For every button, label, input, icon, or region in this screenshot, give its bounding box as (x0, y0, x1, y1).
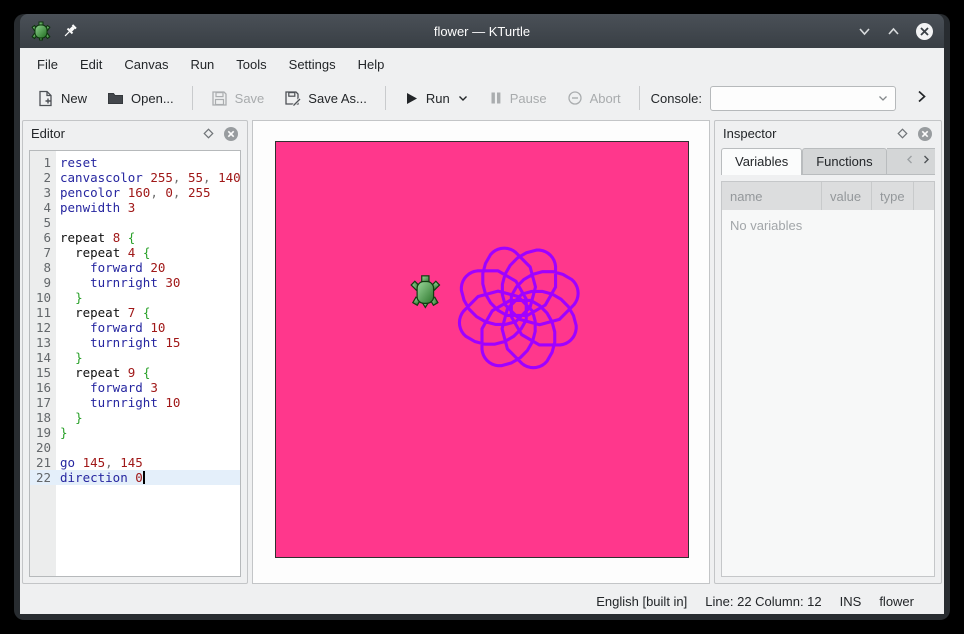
inspector-header[interactable]: Inspector (715, 121, 941, 146)
no-variables-text: No variables (722, 210, 934, 241)
console-label: Console: (651, 91, 702, 106)
tab-variables[interactable]: Variables (721, 148, 802, 175)
code-editor[interactable]: 1reset2canvascolor 255, 55, 1403pencolor… (29, 150, 241, 577)
code-line[interactable]: 14 } (30, 350, 240, 365)
inspector-panel: Inspector Variables Functions (714, 120, 942, 584)
column-value[interactable]: value (822, 182, 872, 210)
kturtle-app-icon (30, 20, 52, 42)
menu-settings[interactable]: Settings (278, 52, 347, 77)
abort-button[interactable]: Abort (558, 85, 630, 111)
maximize-button[interactable] (886, 24, 901, 39)
new-file-icon (37, 90, 54, 107)
run-play-icon (404, 91, 419, 106)
tab-functions[interactable]: Functions (802, 148, 886, 174)
code-line[interactable]: 8 forward 20 (30, 260, 240, 275)
column-type[interactable]: type (872, 182, 914, 210)
editor-panel: Editor 1reset2canvascolor 255, 55, 1403p… (22, 120, 248, 584)
run-speed-chevron-icon[interactable] (457, 92, 469, 104)
kturtle-window: flower — KTurtle File Edit Canvas Run To… (14, 14, 950, 620)
menu-edit[interactable]: Edit (69, 52, 113, 77)
menu-file[interactable]: File (26, 52, 69, 77)
code-line[interactable]: 17 turnright 10 (30, 395, 240, 410)
status-insert-mode: INS (840, 594, 862, 609)
code-line[interactable]: 4penwidth 3 (30, 200, 240, 215)
save-button[interactable]: Save (202, 85, 274, 112)
status-script-name: flower (879, 594, 914, 609)
toolbar-separator (385, 86, 386, 110)
close-button[interactable] (915, 22, 934, 41)
status-cursor-position: Line: 22 Column: 12 (705, 594, 821, 609)
code-line[interactable]: 16 forward 3 (30, 380, 240, 395)
float-panel-icon[interactable] (202, 127, 215, 140)
canvas-view (252, 120, 710, 584)
open-button[interactable]: Open... (98, 85, 183, 112)
code-line[interactable]: 13 turnright 15 (30, 335, 240, 350)
code-line[interactable]: 7 repeat 4 { (30, 245, 240, 260)
turtle-canvas (275, 141, 689, 558)
open-folder-icon (107, 90, 124, 107)
save-as-icon (284, 90, 301, 107)
save-icon (211, 90, 228, 107)
code-line[interactable]: 3pencolor 160, 0, 255 (30, 185, 240, 200)
inspector-tabbar: Variables Functions (721, 148, 935, 175)
code-line[interactable]: 15 repeat 9 { (30, 365, 240, 380)
abort-icon (567, 90, 583, 106)
code-line[interactable]: 6repeat 8 { (30, 230, 240, 245)
menu-run[interactable]: Run (179, 52, 225, 77)
close-panel-icon[interactable] (223, 126, 239, 142)
code-line[interactable]: 22direction 0 (30, 470, 240, 485)
toolbar-overflow-button[interactable] (907, 85, 936, 111)
pin-icon[interactable] (62, 23, 78, 39)
editor-title: Editor (31, 126, 202, 141)
console-input[interactable] (710, 86, 896, 111)
window-title: flower — KTurtle (20, 24, 944, 39)
code-line[interactable]: 12 forward 10 (30, 320, 240, 335)
flower-drawing (459, 248, 578, 368)
text-cursor (143, 471, 145, 484)
code-line[interactable]: 1reset (30, 155, 240, 170)
inspector-title: Inspector (723, 126, 896, 141)
toolbar: New Open... Save Save A (20, 80, 944, 116)
code-line[interactable]: 19} (30, 425, 240, 440)
tab-scroll-right-icon[interactable] (921, 154, 931, 165)
code-line[interactable]: 9 turnright 30 (30, 275, 240, 290)
tab-scroll-left-icon[interactable] (905, 154, 915, 165)
code-line[interactable]: 21go 145, 145 (30, 455, 240, 470)
code-line[interactable]: 5 (30, 215, 240, 230)
titlebar[interactable]: flower — KTurtle (20, 14, 944, 48)
toolbar-separator (192, 86, 193, 110)
code-line[interactable]: 11 repeat 7 { (30, 305, 240, 320)
statusbar: English [built in] Line: 22 Column: 12 I… (20, 588, 944, 614)
code-line[interactable]: 10 } (30, 290, 240, 305)
menu-canvas[interactable]: Canvas (113, 52, 179, 77)
turtle-sprite (411, 276, 439, 308)
variables-table-header: name value type (722, 182, 934, 210)
code-line[interactable]: 2canvascolor 255, 55, 140 (30, 170, 240, 185)
editor-header[interactable]: Editor (23, 121, 247, 146)
new-button[interactable]: New (28, 85, 96, 112)
menu-tools[interactable]: Tools (225, 52, 277, 77)
run-button[interactable]: Run (395, 86, 478, 111)
minimize-button[interactable] (857, 24, 872, 39)
pause-button[interactable]: Pause (480, 86, 556, 111)
column-name[interactable]: name (722, 182, 822, 210)
float-panel-icon[interactable] (896, 127, 909, 140)
menu-help[interactable]: Help (347, 52, 396, 77)
combo-chevron-icon (877, 92, 889, 104)
variables-table: name value type No variables (721, 181, 935, 577)
menubar: File Edit Canvas Run Tools Settings Help (20, 48, 944, 80)
status-language: English [built in] (596, 594, 687, 609)
code-line[interactable]: 20 (30, 440, 240, 455)
close-panel-icon[interactable] (917, 126, 933, 142)
toolbar-separator (639, 86, 640, 110)
code-line[interactable]: 18 } (30, 410, 240, 425)
pause-icon (489, 91, 503, 105)
overflow-chevron-icon (915, 89, 928, 104)
save-as-button[interactable]: Save As... (275, 85, 376, 112)
